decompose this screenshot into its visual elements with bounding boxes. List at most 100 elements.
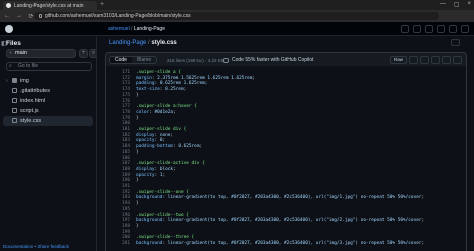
line-number[interactable]: 181	[106, 127, 130, 132]
line-text: margin: 2.375rem 1.5625rem 1.625rem 1.62…	[136, 75, 255, 81]
file-view: Landing-Page / style.css Code Blame 216 …	[97, 36, 474, 251]
line-number[interactable]: 185	[106, 150, 130, 155]
pull-requests-icon[interactable]	[437, 25, 445, 33]
line-text: .swiper-slide-active div {	[136, 161, 205, 167]
line-text: padding-bottom: 0.625rem;	[136, 144, 203, 150]
line-text: background: linear-gradient(to top, #0f2…	[136, 195, 425, 201]
line-text: background: linear-gradient(to top, #0f2…	[136, 218, 425, 224]
avatar[interactable]	[461, 25, 469, 33]
maximize-icon[interactable]: ▢	[454, 1, 460, 8]
tree-item-label: index.html	[20, 98, 46, 104]
line-number[interactable]: 173	[106, 81, 130, 86]
tree-item-label: script.js	[20, 108, 39, 114]
tree-item-script-js[interactable]: script.js	[0, 106, 96, 116]
tree-item-style-css[interactable]: style.css	[3, 116, 93, 126]
code-view[interactable]: 171 .swiper-slide a {172 margin: 2.375rem…	[105, 66, 467, 251]
raw-button[interactable]: Raw	[389, 56, 407, 64]
back-icon[interactable]: ←	[4, 13, 10, 19]
line-number[interactable]: 176	[106, 99, 130, 104]
line-number[interactable]: 175	[106, 93, 130, 98]
browser-tab[interactable]: Landing-Page/style.css at main ×	[3, 1, 97, 10]
forward-icon[interactable]: →	[16, 13, 22, 19]
line-number[interactable]: 198	[106, 224, 130, 229]
code-line: 199	[106, 230, 466, 235]
line-number[interactable]: 195	[106, 207, 130, 212]
file-tree-sidebar: ◧ Files ⑂ main + ⌕ ⌕ Go to file › img .gi…	[0, 36, 98, 251]
line-text: .swiper-slide--two {	[136, 212, 189, 218]
new-tab-icon[interactable]: +	[100, 1, 104, 8]
line-number[interactable]: 183	[106, 138, 130, 143]
crumb-repo[interactable]: Landing-Page	[134, 26, 165, 32]
close-tab-icon[interactable]: ×	[33, 3, 36, 9]
file-header: Code Blame 216 lines (199 loc) · 4.22 KB…	[105, 52, 467, 66]
code-line: 195	[106, 207, 466, 212]
line-number[interactable]: 180	[106, 121, 130, 126]
more-options-icon[interactable]	[451, 39, 460, 46]
path-repo-link[interactable]: Landing-Page	[109, 40, 146, 46]
line-number[interactable]: 177	[106, 104, 130, 109]
line-number[interactable]: 189	[106, 173, 130, 178]
tree-item-index-html[interactable]: index.html	[0, 96, 96, 106]
line-number[interactable]: 193	[106, 195, 130, 200]
lock-icon	[39, 14, 42, 18]
line-number[interactable]: 172	[106, 76, 130, 81]
line-number[interactable]: 178	[106, 110, 130, 115]
line-number[interactable]: 187	[106, 161, 130, 166]
github-logo-icon[interactable]	[5, 25, 13, 33]
line-number[interactable]: 174	[106, 87, 130, 92]
line-number[interactable]: 184	[106, 144, 130, 149]
line-number[interactable]: 194	[106, 201, 130, 206]
line-number[interactable]: 199	[106, 230, 130, 235]
download-icon[interactable]	[420, 56, 429, 64]
edit-icon[interactable]	[431, 56, 440, 64]
code-line: 181 .swiper-slide div {	[106, 127, 466, 132]
minimize-icon[interactable]: —	[440, 1, 446, 8]
tab-code[interactable]: Code	[110, 57, 132, 63]
line-number[interactable]: 190	[106, 178, 130, 183]
code-line: 200 .swiper-slide--three {	[106, 235, 466, 240]
line-number[interactable]: 192	[106, 190, 130, 195]
chevron-down-icon[interactable]	[442, 56, 451, 64]
sidebar-footer-links[interactable]: Documentation • Share feedback	[3, 244, 69, 249]
line-number[interactable]: 201	[106, 241, 130, 246]
line-number[interactable]: 200	[106, 235, 130, 240]
line-number[interactable]: 191	[106, 184, 130, 189]
line-number[interactable]: 179	[106, 116, 130, 121]
code-line: 198}	[106, 224, 466, 229]
file-breadcrumb: Landing-Page / style.css	[109, 40, 177, 46]
close-window-icon[interactable]: ×	[467, 1, 471, 8]
line-text: }	[136, 149, 139, 155]
file-top-actions	[451, 39, 460, 46]
go-to-file-input[interactable]: ⌕ Go to file	[6, 62, 92, 71]
line-text: text-size: 0.25rem;	[136, 87, 187, 93]
tree-item-img[interactable]: › img	[0, 76, 96, 86]
file-icon	[12, 108, 17, 113]
plus-icon[interactable]	[413, 25, 421, 33]
code-line: 192 .swiper-slide--one {	[106, 190, 466, 195]
line-number[interactable]: 171	[106, 70, 130, 75]
add-file-button[interactable]: +	[79, 49, 88, 58]
code-line: 182 display: none;	[106, 133, 466, 138]
line-text: .swiper-slide a:hover {	[136, 104, 197, 110]
line-text: }	[136, 201, 139, 207]
crumb-user[interactable]: ashemuel	[108, 26, 130, 32]
issues-icon[interactable]	[425, 25, 433, 33]
tab-blame[interactable]: Blame	[132, 57, 156, 63]
inbox-icon[interactable]	[449, 25, 457, 33]
search-icon[interactable]	[401, 25, 409, 33]
tree-item-gitattributes[interactable]: .gitattributes	[0, 86, 96, 96]
line-text: .swiper-slide div {	[136, 127, 187, 132]
branch-selector[interactable]: ⑂ main	[6, 49, 76, 58]
line-number[interactable]: 188	[106, 167, 130, 172]
line-number[interactable]: 197	[106, 218, 130, 223]
line-text: color: #0d1e2a;	[136, 109, 176, 115]
line-number[interactable]: 182	[106, 133, 130, 138]
url-field[interactable]: github.com/ashemuel/xam3103/Landing-Page…	[34, 12, 439, 20]
copilot-banner[interactable]: Code 55% faster with GitHub Copilot	[223, 57, 313, 63]
code-line: 197 background: linear-gradient(to top, …	[106, 218, 466, 223]
line-number[interactable]: 196	[106, 213, 130, 218]
copy-icon[interactable]	[409, 56, 418, 64]
line-text: display: none;	[136, 132, 174, 138]
symbols-panel-icon[interactable]	[453, 56, 462, 64]
line-number[interactable]: 186	[106, 156, 130, 161]
